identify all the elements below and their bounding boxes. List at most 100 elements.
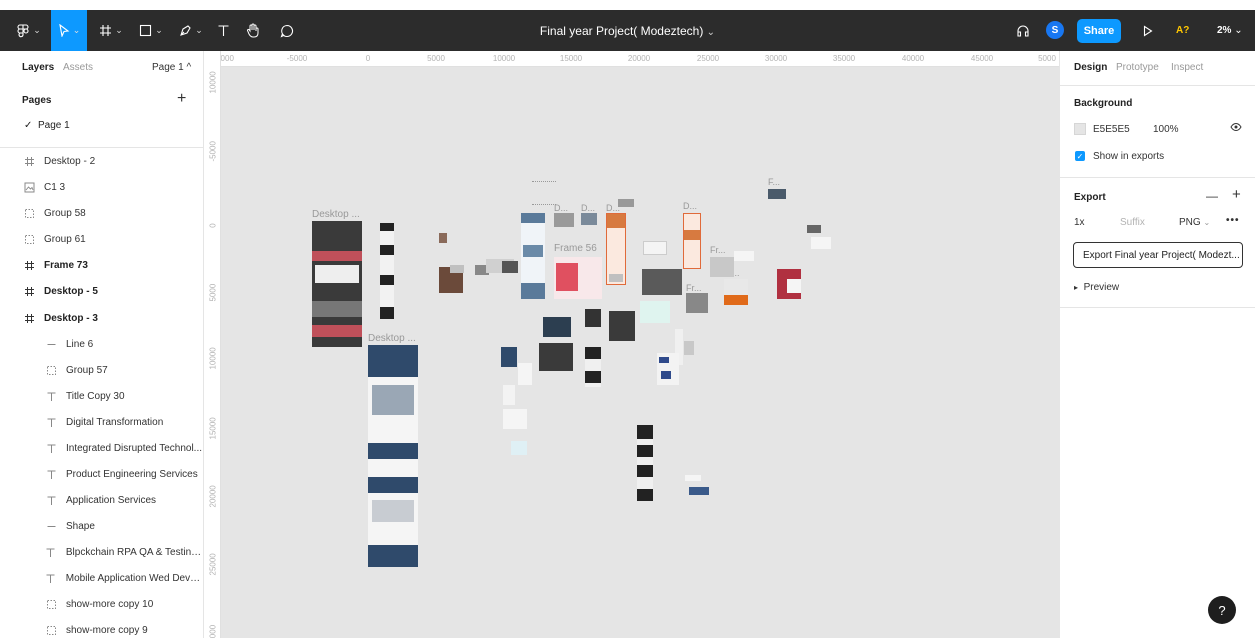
layer-item[interactable]: show-more copy 10 <box>0 591 204 617</box>
frame-label[interactable]: F... <box>768 177 780 187</box>
tab-design[interactable]: Design <box>1074 62 1107 73</box>
frame-thumbnail[interactable] <box>683 213 701 269</box>
design-canvas[interactable]: 0000 -5000 0 5000 10000 15000 20000 25000 30000 3… <box>205 51 1059 638</box>
pen-tool-button[interactable]: ⌄ <box>175 10 207 51</box>
frame-thumbnail[interactable] <box>380 223 394 319</box>
avatar[interactable]: S <box>1046 21 1064 39</box>
frame-thumbnail[interactable] <box>503 409 527 429</box>
layer-item[interactable]: Title Copy 30 <box>0 383 204 409</box>
frame-thumbnail[interactable] <box>657 353 679 385</box>
frame-thumbnail[interactable] <box>618 199 634 207</box>
layer-item[interactable]: Group 58 <box>0 200 204 226</box>
tab-layers[interactable]: Layers <box>22 62 54 73</box>
layer-item[interactable]: Application Services <box>0 487 204 513</box>
frame-thumbnail[interactable] <box>511 441 527 455</box>
layer-item[interactable]: Desktop - 5 <box>0 278 204 304</box>
help-button[interactable]: ? <box>1208 596 1236 624</box>
frame-thumbnail[interactable] <box>539 343 573 371</box>
frame-thumbnail[interactable] <box>609 311 635 341</box>
layer-item[interactable]: Line 6 <box>0 331 204 357</box>
frame-thumbnail[interactable] <box>581 213 597 225</box>
frame-thumbnail[interactable] <box>689 487 709 495</box>
add-page-button[interactable]: + <box>177 90 186 108</box>
frame-thumbnail[interactable] <box>807 225 821 233</box>
layers-scrollbar[interactable] <box>196 51 204 638</box>
layer-item[interactable]: Desktop - 2 <box>0 148 204 174</box>
frame-thumbnail[interactable] <box>543 317 571 337</box>
frame-thumbnail[interactable] <box>642 269 682 295</box>
frame-label[interactable]: Desktop ... <box>312 209 360 220</box>
page-item-page-1[interactable]: ✓ Page 1 <box>0 117 204 135</box>
export-button[interactable]: Export Final year Project( Modezt... <box>1073 242 1243 268</box>
add-export-button[interactable]: + <box>1232 186 1241 203</box>
frame-label[interactable]: Desktop ... <box>368 333 416 344</box>
frame-label[interactable]: D... <box>581 203 595 213</box>
file-title[interactable]: Final year Project( Modeztech) ⌄ <box>540 24 715 38</box>
main-menu-button[interactable]: ⌄ <box>14 10 44 51</box>
layer-item[interactable]: Desktop - 3 <box>0 305 204 331</box>
export-format-select[interactable]: PNG ⌄ <box>1179 217 1210 228</box>
comment-tool-button[interactable] <box>276 10 298 51</box>
frame-thumbnail[interactable] <box>585 309 601 327</box>
frame-label[interactable]: D... <box>554 203 568 213</box>
layer-item[interactable]: Mobile Application Wed Devel... <box>0 565 204 591</box>
frame-label[interactable]: Fr... <box>710 245 726 255</box>
tab-inspect[interactable]: Inspect <box>1171 62 1203 73</box>
frame-thumbnail[interactable] <box>502 261 518 273</box>
hand-tool-button[interactable] <box>242 10 264 51</box>
frame-thumbnail[interactable] <box>777 269 801 299</box>
frame-thumbnail[interactable] <box>734 251 754 261</box>
frame-thumbnail[interactable] <box>640 301 670 323</box>
layer-item[interactable]: Integrated Disrupted Technol... <box>0 435 204 461</box>
layer-item[interactable]: Digital Transformation <box>0 409 204 435</box>
preview-toggle[interactable]: ▸ Preview <box>1074 282 1119 293</box>
present-button[interactable] <box>1138 10 1158 51</box>
frame-thumbnail[interactable] <box>450 265 464 273</box>
shape-tool-button[interactable]: ⌄ <box>135 10 167 51</box>
background-opacity-input[interactable]: 100% <box>1153 124 1179 135</box>
layer-item[interactable]: Frame 73 <box>0 252 204 278</box>
frame-thumbnail[interactable] <box>643 241 667 255</box>
frame-thumbnail[interactable] <box>503 385 515 405</box>
background-hex-input[interactable]: E5E5E5 <box>1093 124 1130 135</box>
frame-thumbnail[interactable] <box>532 181 556 205</box>
frame-thumbnail[interactable] <box>710 257 734 277</box>
layer-item[interactable]: Group 61 <box>0 226 204 252</box>
frame-thumbnail[interactable] <box>724 279 748 305</box>
text-tool-button[interactable] <box>213 10 233 51</box>
background-swatch[interactable] <box>1074 123 1086 135</box>
frame-thumbnail[interactable] <box>686 293 708 313</box>
frame-label[interactable]: Fr... <box>686 283 702 293</box>
layer-item[interactable]: Shape <box>0 513 204 539</box>
tab-prototype[interactable]: Prototype <box>1116 62 1159 73</box>
frame-thumbnail[interactable] <box>312 221 362 347</box>
zoom-dropdown[interactable]: 2% ⌄ <box>1217 10 1243 51</box>
frame-thumbnail[interactable] <box>684 341 694 355</box>
frame-thumbnail[interactable] <box>439 233 447 243</box>
frame-tool-button[interactable]: ⌄ <box>95 10 127 51</box>
visibility-eye-icon[interactable] <box>1230 122 1242 135</box>
page-selector[interactable]: Page 1 ^ <box>152 62 191 73</box>
layer-item[interactable]: show-more copy 9 <box>0 617 204 638</box>
share-button[interactable]: Share <box>1077 19 1121 43</box>
frame-thumbnail[interactable] <box>637 425 653 501</box>
frame-label[interactable]: Frame 56 <box>554 243 597 254</box>
move-tool-button[interactable]: ⌄ <box>51 10 87 51</box>
frame-thumbnail[interactable] <box>518 363 532 385</box>
frame-thumbnail[interactable] <box>554 213 574 227</box>
frame-thumbnail[interactable] <box>521 213 545 299</box>
layer-item[interactable]: Group 57 <box>0 357 204 383</box>
export-suffix-input[interactable]: Suffix <box>1120 217 1145 228</box>
frame-thumbnail[interactable] <box>554 257 602 299</box>
layer-item[interactable]: Blpckchain RPA QA & Testing... <box>0 539 204 565</box>
frame-thumbnail[interactable] <box>685 475 701 481</box>
frame-thumbnail[interactable] <box>585 347 601 387</box>
layer-item[interactable]: C1 3 <box>0 174 204 200</box>
frame-thumbnail[interactable] <box>368 345 418 567</box>
audio-button[interactable] <box>1012 10 1034 51</box>
accessibility-badge[interactable]: A? <box>1176 10 1189 51</box>
frame-thumbnail[interactable] <box>501 347 517 367</box>
show-in-exports-checkbox[interactable]: ✓ <box>1075 151 1085 161</box>
export-more-button[interactable]: ••• <box>1226 215 1240 226</box>
export-scale-input[interactable]: 1x <box>1074 217 1085 228</box>
